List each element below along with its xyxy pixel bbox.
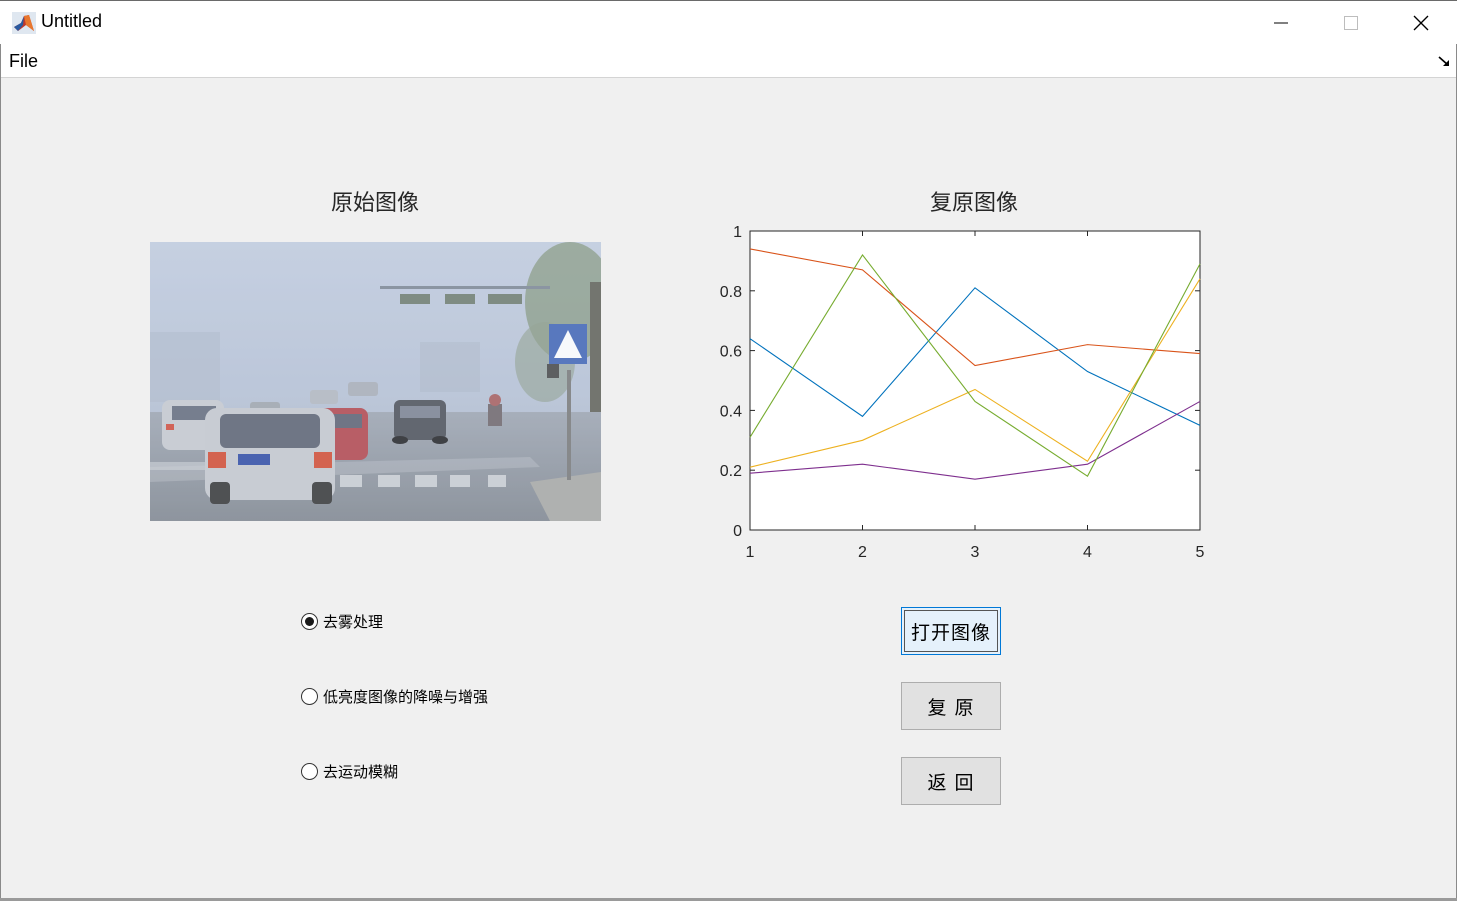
radio-motion-deblur[interactable]: 去运动模糊 <box>301 760 398 782</box>
radio-dehaze-circle[interactable] <box>301 612 318 630</box>
x-tick-label: 2 <box>858 544 867 561</box>
radio-motion-deblur-circle[interactable] <box>301 762 318 780</box>
radio-low-light-denoise[interactable]: 低亮度图像的降噪与增强 <box>301 685 488 707</box>
y-tick-label: 0.4 <box>720 403 742 420</box>
y-tick-label: 0.2 <box>720 463 742 480</box>
minimize-icon <box>1274 22 1288 24</box>
y-tick-label: 0.8 <box>720 284 742 301</box>
radio-low-light-label: 低亮度图像的降噪与增强 <box>323 687 489 706</box>
y-tick-label: 0.6 <box>720 344 742 361</box>
original-image-title: 原始图像 <box>330 191 419 216</box>
close-button[interactable] <box>1391 1 1451 45</box>
restored-image-axes: 1 2 3 4 5 0 0.2 0.4 0.6 0.8 1 <box>720 224 1205 561</box>
back-button[interactable]: 返 回 <box>901 757 1001 805</box>
undock-arrow-icon[interactable] <box>1437 54 1451 68</box>
maximize-icon <box>1344 16 1358 30</box>
minimize-button[interactable] <box>1251 1 1311 45</box>
window-border-left <box>0 44 1 901</box>
menu-bar: File <box>0 44 1457 78</box>
plot-area <box>749 230 1201 531</box>
x-tick-label: 5 <box>1196 544 1205 561</box>
matlab-logo-icon <box>12 12 36 34</box>
restored-image-title: 复原图像 <box>929 191 1018 216</box>
close-icon <box>1413 15 1429 31</box>
radio-dehaze-label: 去雾处理 <box>323 612 384 631</box>
y-tick-label: 1 <box>733 224 742 241</box>
title-bar: Untitled <box>0 0 1457 44</box>
menu-file[interactable]: File <box>9 51 38 72</box>
radio-motion-deblur-label: 去运动模糊 <box>323 762 399 781</box>
open-image-button[interactable]: 打开图像 <box>901 607 1001 655</box>
x-tick-label: 3 <box>971 544 980 561</box>
restore-button[interactable]: 复 原 <box>901 682 1001 730</box>
window-title: Untitled <box>41 11 103 31</box>
x-tick-label: 1 <box>746 544 755 561</box>
y-tick-label: 0 <box>733 523 742 540</box>
radio-low-light-circle[interactable] <box>301 687 318 705</box>
radio-dehaze[interactable]: 去雾处理 <box>301 610 383 632</box>
original-image <box>150 242 601 521</box>
x-tick-label: 4 <box>1083 544 1092 561</box>
maximize-button[interactable] <box>1321 1 1381 45</box>
